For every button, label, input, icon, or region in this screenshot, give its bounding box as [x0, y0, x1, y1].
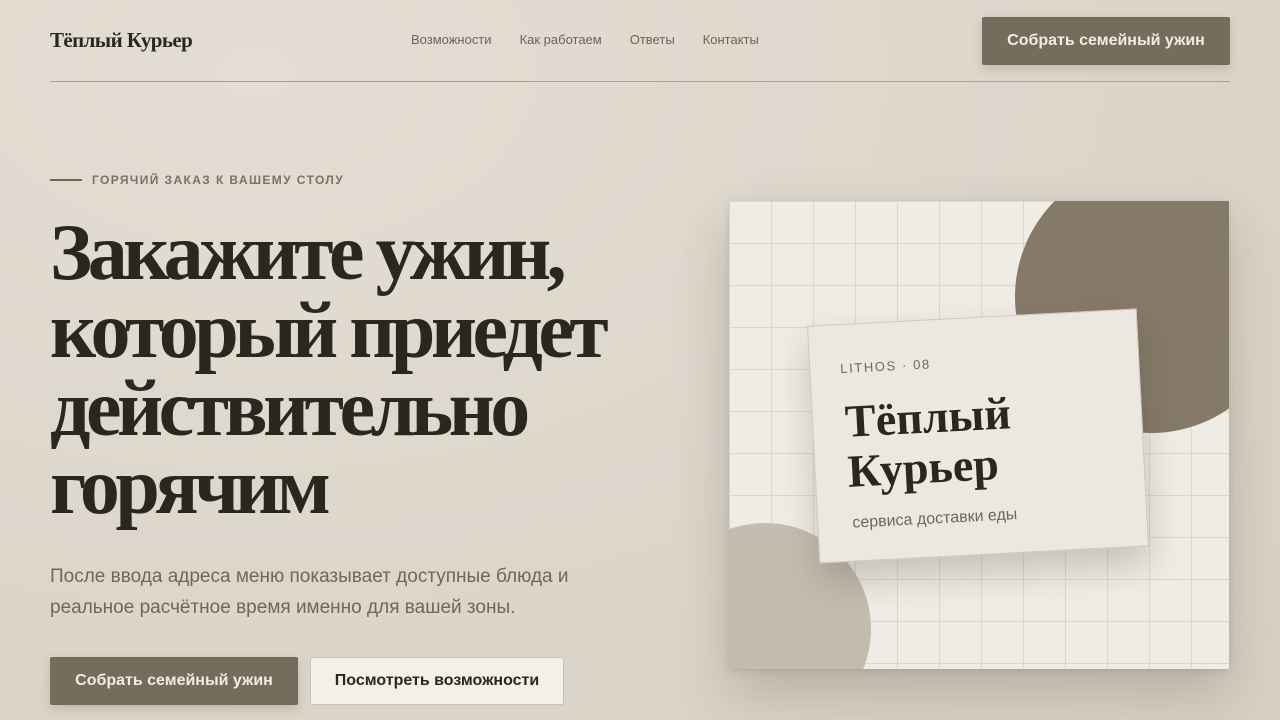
card-title: Тёплый Курьер — [843, 387, 1013, 497]
card-subtitle: сервиса доставки еды — [851, 506, 1018, 532]
nav-link-contacts[interactable]: Контакты — [703, 32, 759, 47]
nav-link-faq[interactable]: Ответы — [630, 32, 675, 47]
header-cta-button[interactable]: Собрать семейный ужин — [982, 17, 1230, 65]
view-features-button[interactable]: Посмотреть возможности — [310, 657, 564, 705]
hero-visual-panel: LITHOS · 08 Тёплый Курьер сервиса достав… — [729, 201, 1229, 669]
nav-link-features[interactable]: Возможности — [411, 32, 492, 47]
eyebrow-rule — [50, 179, 82, 181]
nav-link-how-we-work[interactable]: Как работаем — [520, 32, 602, 47]
hero-eyebrow: ГОРЯЧИЙ ЗАКАЗ К ВАШЕМУ СТОЛУ — [50, 173, 344, 187]
eyebrow-text: ГОРЯЧИЙ ЗАКАЗ К ВАШЕМУ СТОЛУ — [92, 173, 345, 187]
hero-description: После ввода адреса меню показывает досту… — [50, 566, 569, 618]
site-header: Тёплый Курьер Возможности Как работаем О… — [50, 0, 1230, 82]
primary-cta-button[interactable]: Собрать семейный ужин — [50, 657, 298, 705]
main-nav: Возможности Как работаем Ответы Контакты — [411, 32, 759, 47]
brand-card: LITHOS · 08 Тёплый Курьер сервиса достав… — [806, 308, 1150, 564]
hero-headline: Закажите ужин, который приедет действите… — [50, 209, 609, 531]
brand-logo[interactable]: Тёплый Курьер — [50, 28, 193, 53]
card-eyebrow: LITHOS · 08 — [839, 356, 932, 377]
